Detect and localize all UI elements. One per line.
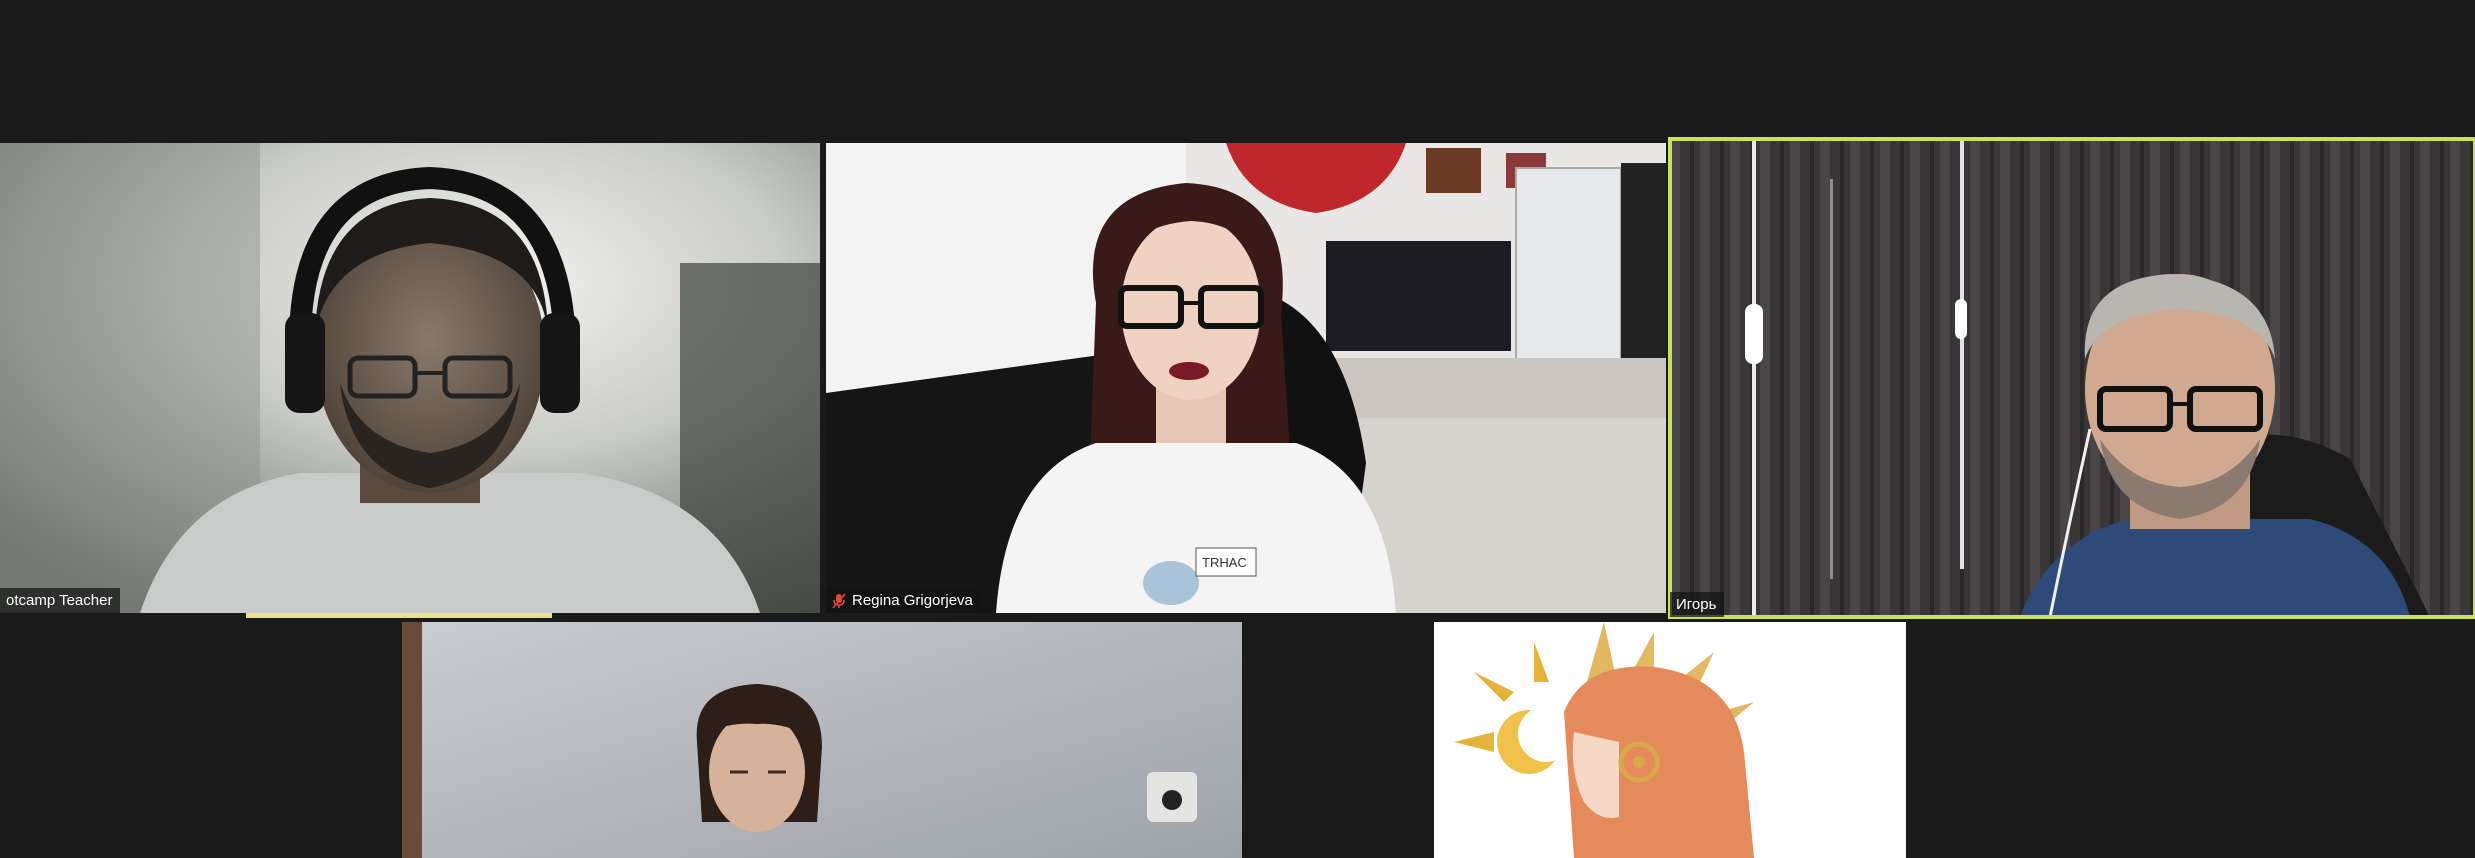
participant-name-tag: Игорь [1670, 592, 1725, 617]
participant-name: otcamp Teacher [6, 592, 113, 609]
shirt-print-text: TRHAC [1202, 555, 1247, 570]
video-feed-regina: TRHAC [826, 143, 1666, 613]
microphone-slash-icon [832, 592, 846, 609]
participant-name: Игорь [1676, 596, 1717, 613]
video-feed-teacher [0, 143, 820, 613]
video-feed-igor [1670, 139, 2475, 617]
video-tile-regina[interactable]: TRHAC Regina Grigorjeva [826, 143, 1666, 613]
video-tile-participant-5[interactable] [1434, 622, 1906, 858]
video-tile-teacher[interactable]: otcamp Teacher [0, 143, 820, 613]
participant-name: Regina Grigorjeva [852, 592, 973, 609]
avatar-illustration [1434, 622, 1906, 858]
video-feed-participant-4 [402, 622, 1242, 858]
participant-name-tag: Regina Grigorjeva [826, 588, 981, 613]
speaking-indicator-bar [246, 613, 552, 618]
video-tile-participant-4[interactable] [402, 622, 1242, 858]
video-tile-igor[interactable]: Игорь [1668, 137, 2475, 619]
participant-name-tag: otcamp Teacher [0, 588, 121, 613]
